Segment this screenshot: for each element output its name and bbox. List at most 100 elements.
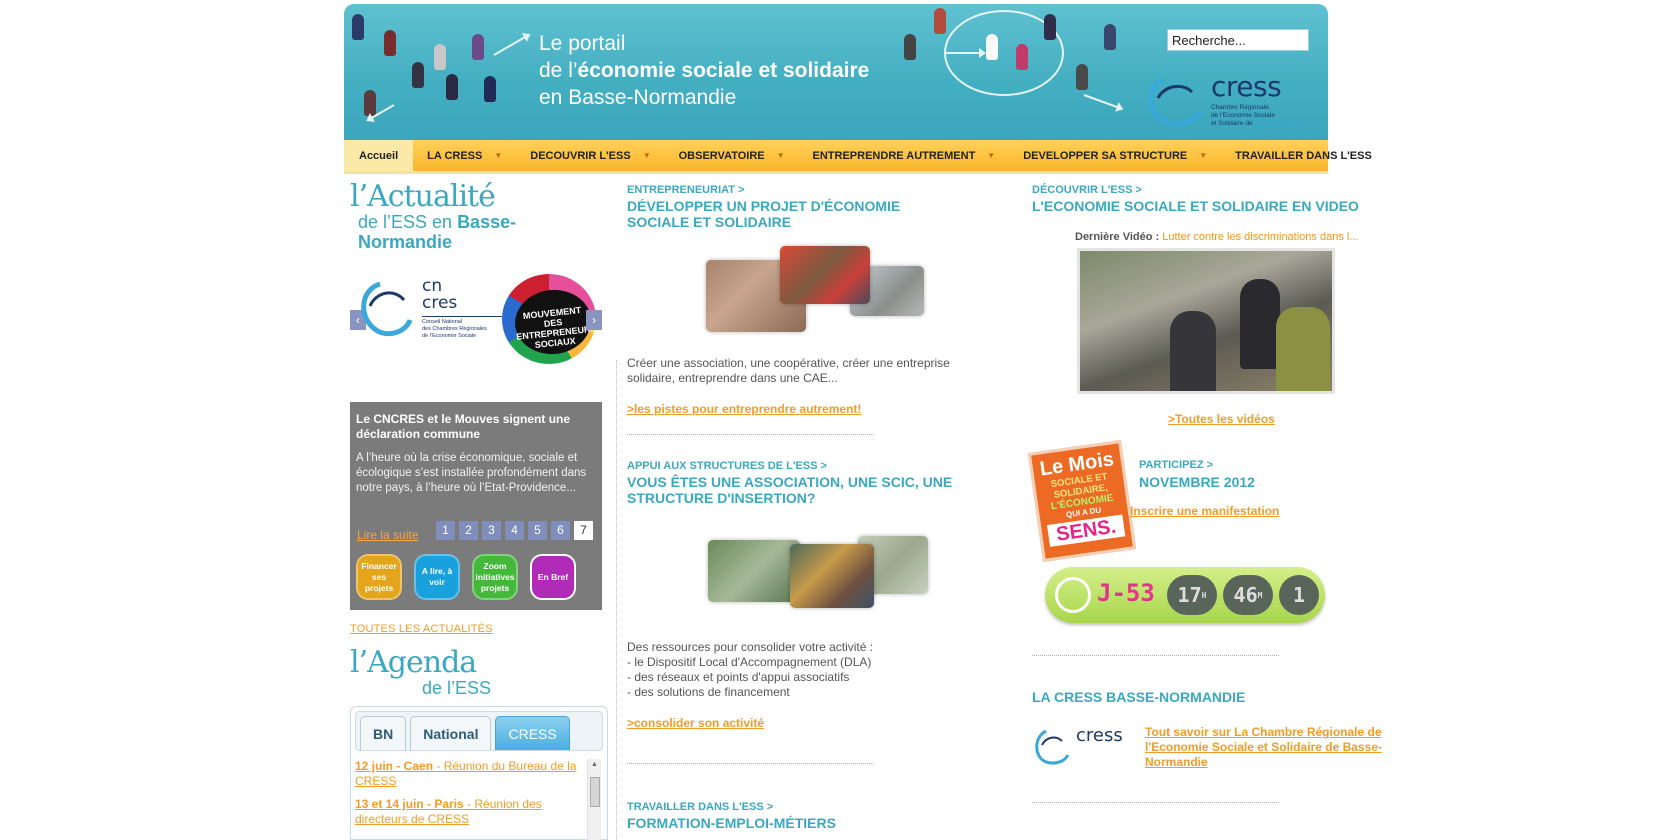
mois-ess-logo[interactable]: Le Mois SOCIALE ET SOLIDAIRE, L'ÉCONOMIE… [1027, 439, 1137, 563]
carousel-next-button[interactable]: › [586, 310, 602, 330]
video-person-figure [1276, 307, 1330, 391]
nav-item-travailler-ess[interactable]: TRAVAILLER DANS L'ESS [1221, 140, 1386, 171]
agenda-item[interactable]: 13 et 14 juin - Paris - Réunion des dire… [355, 797, 581, 827]
tab-national[interactable]: National [410, 716, 492, 750]
header-person-figure [446, 74, 458, 100]
tab-bn[interactable]: BN [360, 716, 407, 750]
news-excerpt: A l’heure où la crise économique, social… [356, 452, 587, 494]
section-heading[interactable]: L'ECONOMIE SOCIALE ET SOLIDAIRE EN VIDEO [1032, 198, 1359, 214]
video-thumbnail[interactable] [1077, 248, 1335, 394]
en-bref-button[interactable]: En Bref [530, 554, 576, 600]
news-page-button[interactable]: 3 [482, 521, 501, 540]
cress-logo-subtitle: Chambre Régionale de l’Economie Sociale … [1211, 104, 1316, 128]
header-person-figure [434, 44, 446, 70]
header-tagline: Le portail de l’économie sociale et soli… [539, 30, 869, 111]
structures-photos [708, 536, 928, 610]
header-person-figure [1104, 24, 1116, 50]
news-page-button-active[interactable]: 7 [574, 521, 593, 540]
site-header-banner: Le portail de l’économie sociale et soli… [344, 4, 1328, 140]
chevron-down-icon: ▼ [642, 151, 651, 160]
header-person-figure [364, 90, 376, 116]
section-text-line: - des solutions de financement [627, 685, 790, 699]
cress-small-logo[interactable]: cress [1032, 725, 1142, 769]
section-divider [1032, 802, 1279, 803]
section-heading[interactable]: NOVEMBRE 2012 [1139, 474, 1255, 490]
section-category[interactable]: PARTICIPEZ > [1139, 459, 1213, 471]
photo-runners [708, 540, 800, 602]
cress-info-link[interactable]: Tout savoir sur La Chambre Régionale de … [1145, 725, 1395, 770]
nav-item-label: DECOUVRIR L'ESS [530, 149, 631, 162]
a-lire-a-voir-button[interactable]: A lire, à voir [414, 554, 460, 600]
header-arrow-decoration [1083, 94, 1122, 110]
section-text-line: Des ressources pour consolider votre act… [627, 640, 874, 654]
entreprendre-link[interactable]: >les pistes pour entreprendre autrement! [627, 402, 861, 416]
nav-item-entreprendre-autrement[interactable]: ENTREPRENDRE AUTREMENT ▼ [799, 140, 1010, 171]
news-read-more-link[interactable]: Lire la suite [357, 528, 418, 542]
agenda-item[interactable]: 12 juin - Caen - Réunion du Bureau de la… [355, 759, 581, 789]
inscrire-manifestation-link[interactable]: Inscrire une manifestation [1130, 504, 1279, 518]
financer-projets-button[interactable]: Financer ses projets [356, 554, 402, 600]
cress-logo-subtitle-line: Chambre Régionale [1211, 104, 1269, 111]
section-category[interactable]: TRAVAILLER DANS L'ESS > [627, 801, 773, 813]
section-text-list: Des ressources pour consolider votre act… [627, 640, 967, 700]
consolider-link[interactable]: >consolider son activité [627, 716, 764, 730]
nav-item-observatoire[interactable]: OBSERVATOIRE ▼ [665, 140, 799, 171]
chevron-down-icon: ▼ [987, 151, 996, 160]
tagline-line: de l’économie sociale et solidaire [539, 57, 869, 84]
header-person-figure [384, 30, 396, 56]
video-person-figure [1240, 279, 1280, 369]
news-title[interactable]: Le CNCRES et le Mouves signent une décla… [356, 412, 596, 442]
section-category[interactable]: APPUI AUX STRUCTURES DE L'ESS > [627, 460, 827, 472]
actualite-title-main: l’Actualité [350, 179, 496, 214]
tab-cress[interactable]: CRESS [495, 716, 570, 750]
all-videos-link[interactable]: >Toutes les vidéos [1168, 412, 1275, 426]
nav-item-la-cress[interactable]: LA CRESS ▼ [413, 140, 516, 171]
news-page-button[interactable]: 6 [551, 521, 570, 540]
news-page-button[interactable]: 4 [505, 521, 524, 540]
nav-item-accueil[interactable]: Accueil [344, 140, 414, 171]
news-page-button[interactable]: 2 [459, 521, 478, 540]
entrepreneuriat-photos [706, 246, 928, 336]
actualite-title: l’Actualité de l’ESS en Basse-Normandie [350, 179, 610, 253]
section-heading[interactable]: FORMATION-EMPLOI-MÉTIERS [627, 815, 836, 831]
nav-item-decouvrir-ess[interactable]: DECOUVRIR L'ESS ▼ [516, 140, 664, 171]
actualite-title-sub-prefix: de l’ESS en [358, 212, 458, 232]
search-input[interactable] [1167, 29, 1309, 51]
cncres-logo-subtitle-line: Conseil National [422, 319, 463, 325]
header-arrow-decoration [493, 34, 530, 56]
chevron-down-icon: ▼ [776, 151, 785, 160]
cress-logo-subtitle-line: et Solidaire de Basse-Normandie [1211, 120, 1316, 128]
chevron-down-icon: ▼ [494, 151, 503, 160]
agenda-title-main: l’Agenda [350, 645, 477, 680]
zoom-initiatives-button[interactable]: Zoom initiatives projets [472, 554, 518, 600]
cncres-logo[interactable]: cn cres Conseil National des Chambres Ré… [354, 278, 502, 348]
cncres-swirl-icon [361, 281, 413, 337]
header-arrow-decoration [944, 48, 986, 58]
agenda-scroll-thumb[interactable] [590, 777, 600, 807]
section-text-line: - le Dispositif Local d'Accompagnement (… [627, 655, 872, 669]
partner-carousel: ‹ cn cres Conseil National des Chambres … [350, 270, 602, 368]
countdown-hours-unit: H [1201, 590, 1207, 600]
mouves-logo[interactable]: MOUVEMENT DES ENTREPRENEURS SOCIAUX [502, 274, 597, 364]
header-person-figure [1076, 64, 1088, 90]
mouves-logo-label: MOUVEMENT DES ENTREPRENEURS SOCIAUX [511, 286, 597, 358]
section-heading[interactable]: VOUS ÊTES UNE ASSOCIATION, UNE SCIC, UNE… [627, 474, 1017, 506]
news-page-button[interactable]: 1 [436, 521, 455, 540]
last-video-link[interactable]: Lutter contre les discriminations dans l… [1162, 231, 1358, 243]
cncres-logo-word-line: cres [422, 293, 458, 313]
section-category[interactable]: ENTREPRENEURIAT > [627, 184, 744, 196]
cress-logo[interactable]: cress Chambre Régionale de l’Economie So… [1144, 70, 1314, 134]
section-category[interactable]: DÉCOUVRIR L'ESS > [1032, 184, 1142, 196]
main-navigation: Accueil LA CRESS ▼ DECOUVRIR L'ESS ▼ OBSER… [344, 140, 1372, 174]
scroll-up-icon[interactable]: ▲ [591, 761, 598, 768]
section-heading[interactable]: LA CRESS BASSE-NORMANDIE [1032, 689, 1245, 705]
agenda-scrollbar[interactable]: ▲ [587, 759, 601, 840]
all-news-link[interactable]: TOUTES LES ACTUALITÉS [350, 623, 493, 635]
cncres-logo-subtitle-line: des Chambres Régionales [422, 326, 487, 332]
section-heading[interactable]: DÉVELOPPER UN PROJET D'ÉCONOMIE SOCIALE … [627, 198, 937, 230]
cress-small-logo-word: cress [1076, 725, 1123, 746]
countdown-seconds: 1 [1279, 575, 1319, 615]
nav-item-developper-structure[interactable]: DEVELOPPER SA STRUCTURE ▼ [1009, 140, 1221, 171]
news-page-button[interactable]: 5 [528, 521, 547, 540]
agenda-item-date: 12 juin - Caen [355, 759, 434, 773]
